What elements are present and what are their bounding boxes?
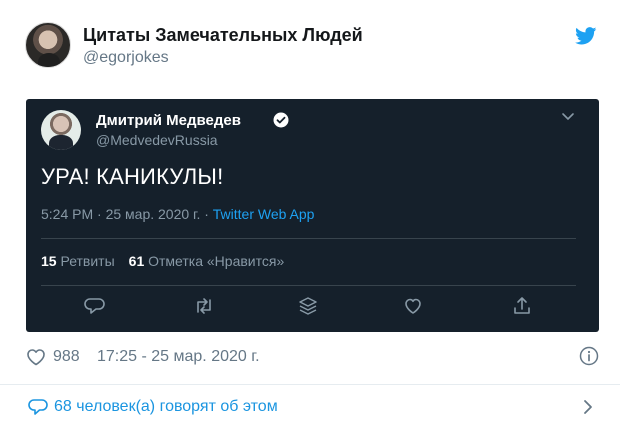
- share-icon[interactable]: [511, 295, 533, 317]
- verified-badge-icon: [273, 112, 289, 128]
- heart-icon[interactable]: [26, 348, 46, 366]
- retweets-stat[interactable]: 15 Ретвиты: [41, 253, 115, 269]
- quoted-tweet[interactable]: Дмитрий Медведев @MedvedevRussia УРА! КА…: [26, 99, 599, 332]
- divider: [41, 285, 576, 286]
- divider: [0, 384, 620, 385]
- info-icon[interactable]: [579, 346, 599, 366]
- retweets-count: 15: [41, 253, 57, 269]
- like-count[interactable]: 988: [53, 348, 80, 366]
- tweet-embed: Цитаты Замечательных Людей @egorjokes Дм…: [0, 0, 620, 440]
- quoted-tweet-text: УРА! КАНИКУЛЫ!: [41, 164, 224, 189]
- reply-icon[interactable]: [84, 295, 106, 317]
- replies-link[interactable]: 68 человек(а) говорят об этом: [54, 398, 278, 416]
- author-avatar[interactable]: [25, 22, 71, 68]
- retweets-label: Ретвиты: [56, 253, 115, 269]
- likes-stat[interactable]: 61 Отметка «Нравится»: [129, 253, 285, 269]
- retweet-icon[interactable]: [193, 295, 215, 317]
- quoted-tweet-stats: 15 Ретвиты 61 Отметка «Нравится»: [41, 253, 284, 269]
- twitter-logo-icon[interactable]: [575, 27, 597, 45]
- quoted-author-handle[interactable]: @MedvedevRussia: [96, 132, 218, 148]
- likes-count: 61: [128, 253, 145, 269]
- chevron-down-icon[interactable]: [561, 112, 575, 122]
- chevron-right-icon[interactable]: [582, 398, 594, 416]
- quoted-tweet-actions: [26, 295, 599, 317]
- quoted-tweet-time[interactable]: 5:24 PM · 25 мар. 2020 г. ·: [41, 206, 213, 222]
- like-icon[interactable]: [402, 295, 424, 317]
- author-name[interactable]: Цитаты Замечательных Людей: [83, 25, 363, 46]
- quoted-author-name[interactable]: Дмитрий Медведев: [96, 112, 241, 129]
- quoted-tweet-meta: 5:24 PM · 25 мар. 2020 г. · Twitter Web …: [41, 206, 314, 222]
- tweet-timestamp[interactable]: 17:25 - 25 мар. 2020 г.: [97, 348, 260, 366]
- divider: [41, 238, 576, 239]
- share-layers-icon[interactable]: [297, 295, 319, 317]
- likes-label: Отметка «Нравится»: [144, 253, 285, 269]
- author-handle[interactable]: @egorjokes: [83, 49, 169, 67]
- quoted-author-avatar[interactable]: [41, 110, 81, 150]
- comment-icon[interactable]: [28, 398, 48, 416]
- quoted-tweet-source[interactable]: Twitter Web App: [213, 206, 315, 222]
